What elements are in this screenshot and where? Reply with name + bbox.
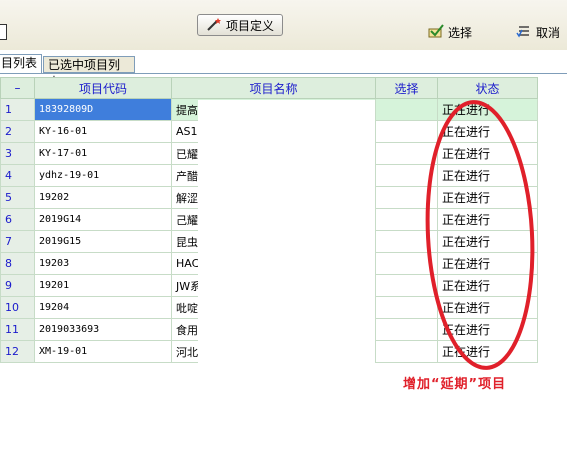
row-index-cell[interactable]: 5 [0, 186, 35, 209]
cancel-button[interactable]: 取消 [516, 24, 560, 41]
row-index-cell[interactable]: 3 [0, 142, 35, 165]
select-cell[interactable] [375, 274, 438, 297]
annotation-text: 增加“延期”项目 [403, 377, 507, 392]
header-select[interactable]: 选择 [375, 77, 438, 99]
tab-selected-project-list[interactable]: 已选中项目列表 [43, 56, 135, 89]
row-index-cell[interactable]: 7 [0, 230, 35, 253]
project-code-cell[interactable]: 18392809D [34, 98, 172, 121]
select-label: 选择 [448, 26, 473, 40]
project-code-cell[interactable]: XM-19-01 [34, 340, 172, 363]
row-index-cell[interactable]: 9 [0, 274, 35, 297]
row-index-cell[interactable]: 2 [0, 120, 35, 143]
select-cell[interactable] [375, 296, 438, 319]
header-project-name[interactable]: 项目名称 [171, 77, 376, 99]
status-cell[interactable]: 正在进行 [437, 120, 538, 143]
project-code-cell[interactable]: 19201 [34, 274, 172, 297]
toolbar: 项目定义 选择 取消 [0, 0, 567, 50]
row-index-cell[interactable]: 12 [0, 340, 35, 363]
select-cell[interactable] [375, 230, 438, 253]
project-code-cell[interactable]: ydhz-19-01 [34, 164, 172, 187]
select-cell[interactable] [375, 340, 438, 363]
row-index-cell[interactable]: 8 [0, 252, 35, 275]
status-cell[interactable]: 正在进行 [437, 252, 538, 275]
header-row-indicator[interactable]: – [0, 77, 35, 99]
row-index-cell[interactable]: 10 [0, 296, 35, 319]
status-cell[interactable]: 正在进行 [437, 142, 538, 165]
project-define-button[interactable]: 项目定义 [197, 14, 283, 36]
tab-divider [0, 73, 567, 74]
table-header-row: – 项目代码 项目名称 选择 状态 [0, 77, 538, 99]
cancel-label: 取消 [536, 26, 561, 40]
tab-bar: 目列表 已选中项目列表 [0, 54, 567, 89]
redacted-area [198, 100, 375, 364]
status-cell[interactable]: 正在进行 [437, 208, 538, 231]
select-cell[interactable] [375, 318, 438, 341]
project-code-cell[interactable]: 19202 [34, 186, 172, 209]
project-code-cell[interactable]: 19203 [34, 252, 172, 275]
status-cell[interactable]: 正在进行 [437, 186, 538, 209]
row-index-cell[interactable]: 1 [0, 98, 35, 121]
project-code-cell[interactable]: 2019G15 [34, 230, 172, 253]
status-cell[interactable]: 正在进行 [437, 230, 538, 253]
checkmark-icon [428, 24, 444, 41]
magic-wand-icon [206, 17, 222, 34]
select-cell[interactable] [375, 164, 438, 187]
row-index-cell[interactable]: 11 [0, 318, 35, 341]
select-button[interactable]: 选择 [428, 24, 472, 41]
select-cell[interactable] [375, 208, 438, 231]
select-cell[interactable] [375, 120, 438, 143]
project-define-label: 项目定义 [225, 18, 274, 33]
header-status[interactable]: 状态 [437, 77, 538, 99]
status-cell[interactable]: 正在进行 [437, 164, 538, 187]
project-code-cell[interactable]: 2019033693 [34, 318, 172, 341]
select-cell[interactable] [375, 186, 438, 209]
row-index-cell[interactable]: 4 [0, 164, 35, 187]
status-cell[interactable]: 正在进行 [437, 98, 538, 121]
header-project-code[interactable]: 项目代码 [34, 77, 172, 99]
select-cell[interactable] [375, 98, 438, 121]
select-cell[interactable] [375, 142, 438, 165]
project-code-cell[interactable]: 2019G14 [34, 208, 172, 231]
project-code-cell[interactable]: KY-16-01 [34, 120, 172, 143]
select-cell[interactable] [375, 252, 438, 275]
status-cell[interactable]: 正在进行 [437, 318, 538, 341]
status-cell[interactable]: 正在进行 [437, 296, 538, 319]
cancel-icon [516, 24, 532, 41]
tab-project-list[interactable]: 目列表 [0, 54, 42, 73]
status-cell[interactable]: 正在进行 [437, 340, 538, 363]
status-cell[interactable]: 正在进行 [437, 274, 538, 297]
project-code-cell[interactable]: KY-17-01 [34, 142, 172, 165]
row-index-cell[interactable]: 6 [0, 208, 35, 231]
document-icon[interactable] [0, 24, 7, 40]
project-code-cell[interactable]: 19204 [34, 296, 172, 319]
